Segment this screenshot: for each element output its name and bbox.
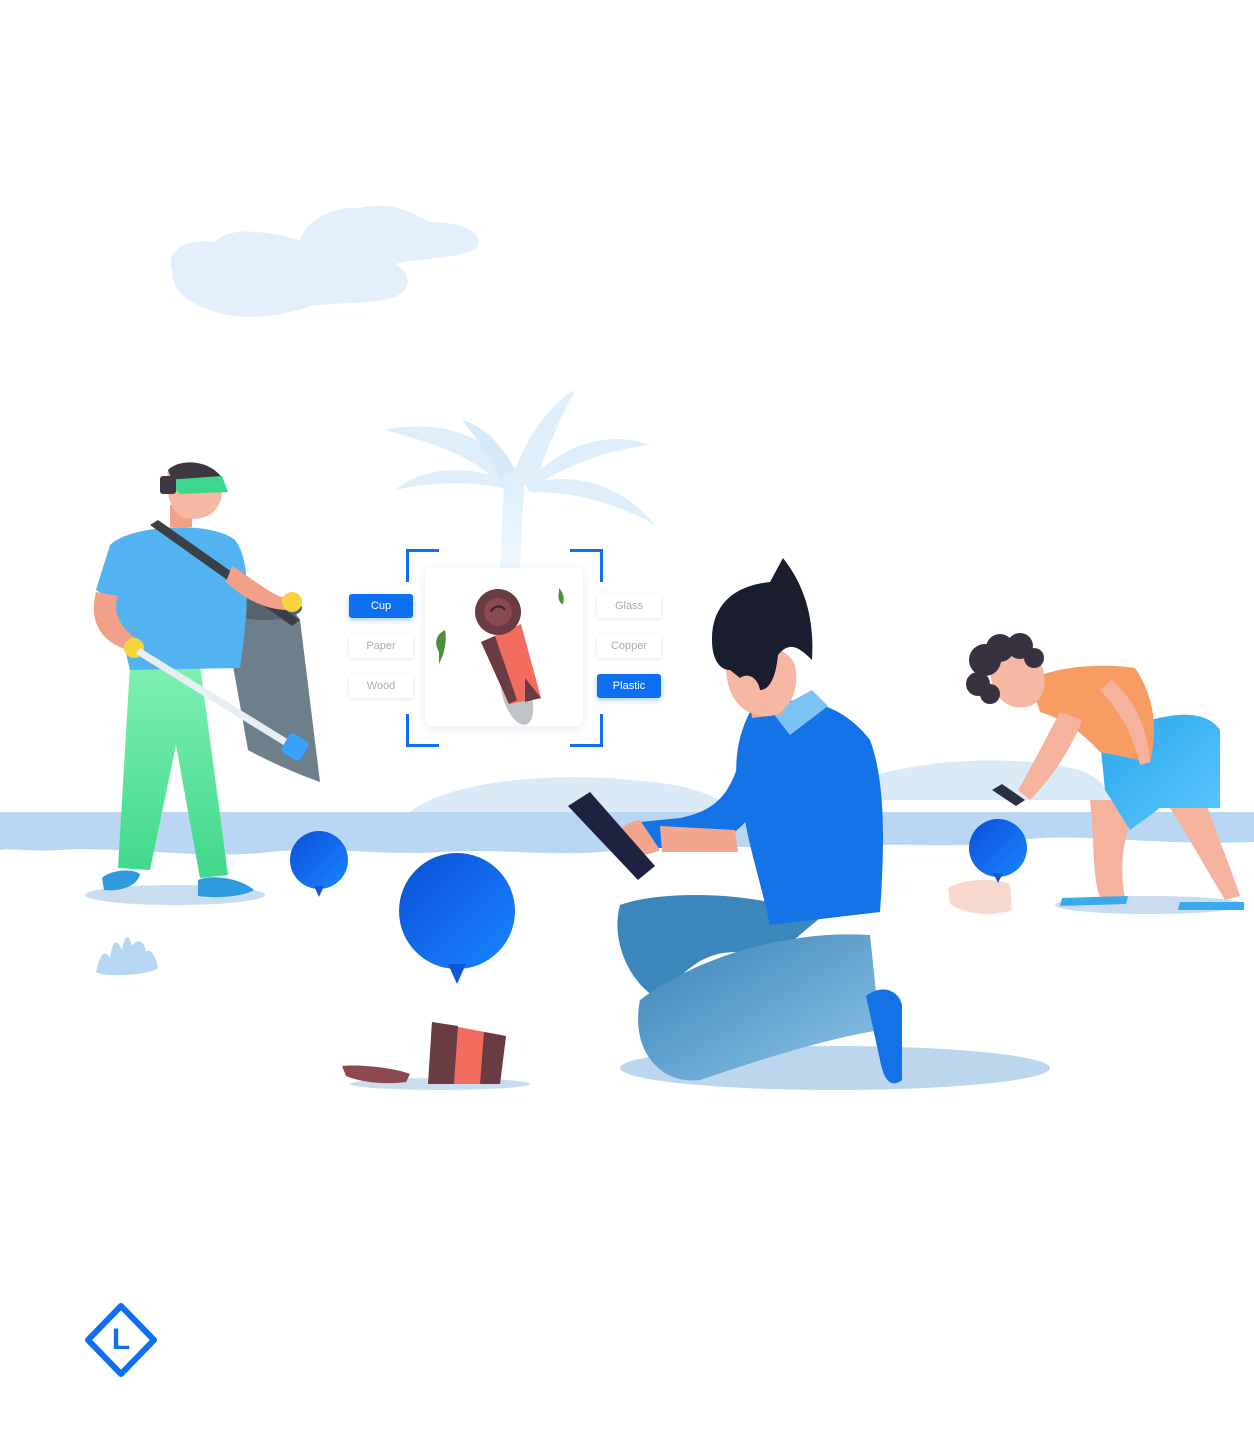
scanned-cup-image — [436, 588, 564, 725]
diamond-logo-icon[interactable]: L — [84, 1302, 158, 1378]
map-pin-icon — [969, 819, 1027, 883]
scan-bracket-top-left — [406, 549, 439, 582]
scan-bracket-top-right — [570, 549, 603, 582]
cloud — [170, 205, 479, 317]
category-chip-copper[interactable]: Copper — [597, 634, 661, 658]
map-pin-icon — [290, 831, 348, 897]
category-chip-glass[interactable]: Glass — [597, 594, 661, 618]
category-chip-cup[interactable]: Cup — [349, 594, 413, 618]
scan-bracket-bottom-right — [570, 714, 603, 747]
illustration-scene: Cup Paper Wood Glass Copper Plastic L — [0, 0, 1254, 1440]
discarded-cup — [342, 1022, 506, 1084]
category-chip-wood[interactable]: Wood — [349, 674, 413, 698]
plastic-bag — [948, 879, 1012, 915]
leaf — [558, 588, 564, 604]
map-pin-icon — [399, 853, 515, 984]
object-scan-card — [425, 568, 583, 726]
logo-letter: L — [111, 1323, 131, 1356]
leaf — [436, 630, 446, 664]
category-chip-paper[interactable]: Paper — [349, 634, 413, 658]
scan-bracket-bottom-left — [406, 714, 439, 747]
grass-tuft — [96, 937, 158, 976]
beach-cleanup-illustration — [0, 205, 1254, 1090]
category-chip-plastic[interactable]: Plastic — [597, 674, 661, 698]
